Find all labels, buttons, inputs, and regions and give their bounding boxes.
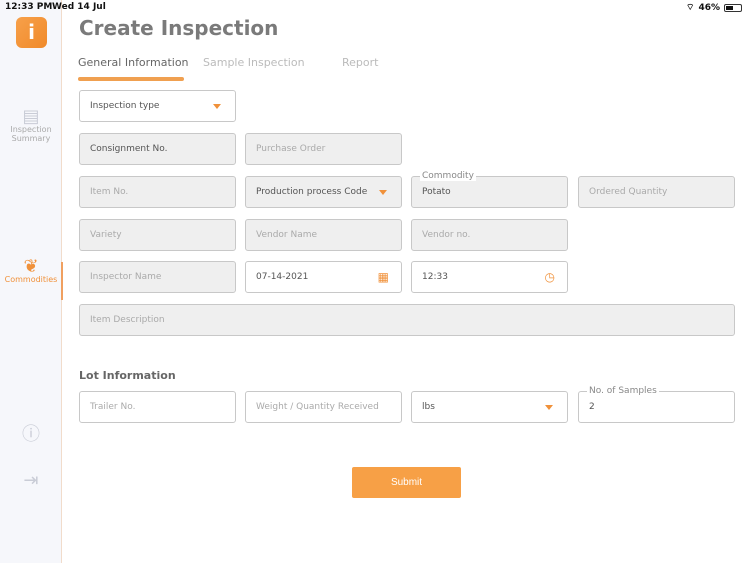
item-description-field[interactable]: Item Description (79, 304, 735, 336)
chevron-down-icon (379, 190, 387, 195)
date-field[interactable]: 07-14-2021 ▦ (245, 261, 402, 293)
wifi-icon: ⌔ (685, 3, 695, 13)
chevron-down-icon (545, 405, 553, 410)
submit-button[interactable]: Submit (352, 467, 461, 498)
trailer-no-field[interactable]: Trailer No. (79, 391, 236, 423)
ordered-quantity-field[interactable]: Ordered Quantity (578, 176, 735, 208)
tab-report[interactable]: Report (342, 56, 378, 69)
battery-percent: 46% (698, 2, 720, 13)
inspection-type-select[interactable]: Inspection type (79, 90, 236, 122)
unit-select[interactable]: lbs (411, 391, 568, 423)
document-icon: ▤ (22, 106, 40, 127)
status-bar: 12:33 PM Wed 14 Jul ⌔ 46% (0, 0, 750, 14)
calendar-icon[interactable]: ▦ (378, 271, 389, 283)
status-date: Wed 14 Jul (52, 2, 106, 12)
logout-icon: ⇥ (23, 470, 39, 491)
app-logo: i (16, 17, 47, 48)
sidebar: i ▤ Inspection Summary ❦ Commodities ⓘ ⇥ (0, 0, 63, 563)
variety-field[interactable]: Variety (79, 219, 236, 251)
clock-icon[interactable]: ◷ (545, 271, 555, 283)
chevron-down-icon (213, 104, 221, 109)
fruits-icon: ❦ (23, 256, 39, 277)
tab-sample-inspection[interactable]: Sample Inspection (203, 56, 305, 69)
tab-general-information[interactable]: General Information (78, 56, 189, 69)
battery-icon (724, 3, 742, 12)
production-code-select[interactable]: Production process Code (245, 176, 402, 208)
item-no-field[interactable]: Item No. (79, 176, 236, 208)
lot-information-heading: Lot Information (79, 369, 176, 382)
logout-button[interactable]: ⇥ (0, 470, 62, 491)
vendor-no-field[interactable]: Vendor no. (411, 219, 568, 251)
time-field[interactable]: 12:33 ◷ (411, 261, 568, 293)
weight-quantity-field[interactable]: Weight / Quantity Received (245, 391, 402, 423)
consignment-field[interactable]: Consignment No. (79, 133, 236, 165)
status-time: 12:33 PM (5, 2, 53, 12)
vendor-name-field[interactable]: Vendor Name (245, 219, 402, 251)
info-button[interactable]: ⓘ (0, 424, 62, 445)
inspector-name-field[interactable]: Inspector Name (79, 261, 236, 293)
sidebar-item-inspection-summary[interactable]: ▤ Inspection Summary (0, 106, 62, 144)
commodity-field[interactable]: Commodity Potato (411, 171, 568, 208)
active-tab-indicator (78, 77, 184, 81)
samples-field[interactable]: No. of Samples 2 (578, 386, 735, 423)
info-icon: ⓘ (22, 424, 40, 445)
page-title: Create Inspection (79, 16, 279, 40)
purchase-order-field[interactable]: Purchase Order (245, 133, 402, 165)
sidebar-item-commodities[interactable]: ❦ Commodities (0, 256, 63, 300)
